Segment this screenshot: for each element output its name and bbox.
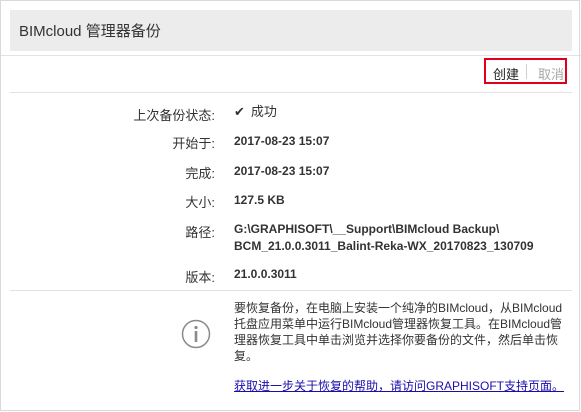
checkmark-icon: ✔ <box>234 104 245 119</box>
create-button[interactable]: 创建 <box>493 64 519 83</box>
version-label: 版本: <box>185 270 215 285</box>
header-divider <box>1 55 581 56</box>
cancel-button[interactable]: 取消 <box>538 64 564 83</box>
complete-label: 完成: <box>185 166 215 181</box>
path-value-line1: G:\GRAPHISOFT\__Support\BIMcloud Backup\ <box>234 222 500 236</box>
restore-instructions: 要恢复备份，在电脑上安装一个纯净的BIMcloud，从BIMcloud托盘应用菜… <box>234 301 563 363</box>
action-toolbar: 创建 取消 <box>484 58 567 84</box>
path-value-line2: BCM_21.0.0.3011_Balint-Reka-WX_20170823_… <box>234 239 534 253</box>
status-label: 上次备份状态: <box>133 108 215 123</box>
size-value: 127.5 KB <box>234 193 285 207</box>
status-value-group: ✔ 成功 <box>234 103 277 121</box>
backup-panel: BIMcloud 管理器备份 创建 取消 上次备份状态: ✔ 成功 开始于: 20… <box>0 0 581 411</box>
panel-title: BIMcloud 管理器备份 <box>19 23 161 40</box>
complete-value: 2017-08-23 15:07 <box>234 164 330 178</box>
panel-header: BIMcloud 管理器备份 <box>10 10 572 51</box>
status-value: 成功 <box>250 104 277 119</box>
toolbar-divider-line <box>10 92 572 93</box>
path-label: 路径: <box>185 225 215 240</box>
start-value: 2017-08-23 15:07 <box>234 134 330 148</box>
support-help-link[interactable]: 获取进一步关于恢复的帮助，请访问GRAPHISOFT支持页面。 <box>234 377 564 394</box>
size-label: 大小: <box>185 195 215 210</box>
version-value: 21.0.0.3011 <box>234 267 297 281</box>
start-label: 开始于: <box>172 136 215 151</box>
toolbar-divider <box>526 64 527 79</box>
info-icon <box>181 319 211 349</box>
info-divider-line <box>10 290 572 291</box>
